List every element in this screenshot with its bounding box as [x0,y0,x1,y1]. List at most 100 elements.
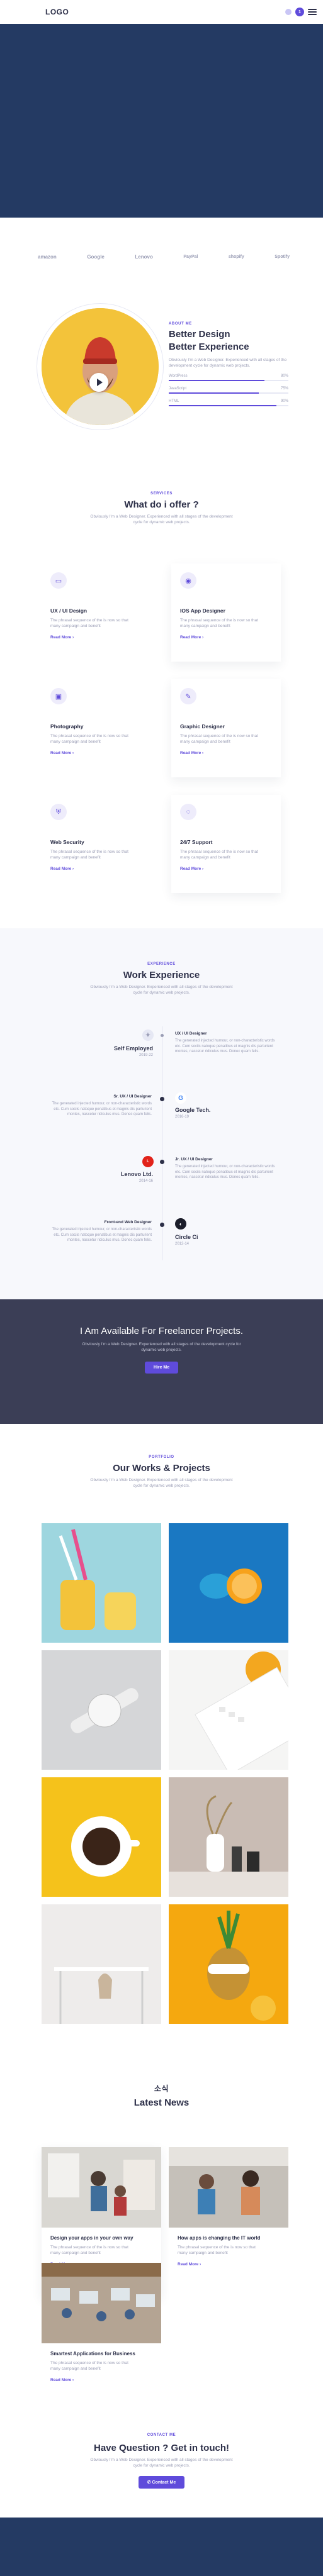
profile-photo [42,308,159,425]
site-footer [0,2518,323,2576]
news-text: The phrasal sequence of the is now so th… [50,2361,128,2371]
company-logo-icon: ✦ [142,1030,154,1041]
about-title-line2: Better Experience [169,341,249,352]
read-more-link[interactable]: Read More › [180,751,272,755]
services-kicker: SERVICES [150,492,173,496]
job-block: Sr. UX / UI Designer The generated injec… [48,1094,152,1118]
play-video-button[interactable] [89,373,108,392]
hire-me-button[interactable]: Hire Me [144,1362,179,1374]
timeline-dot [160,1223,164,1227]
service-title: UX / UI Design [50,608,88,614]
services-description: Obviously I'm a Web Designer. Experience… [90,514,233,525]
experience-kicker: EXPERIENCE [147,962,176,966]
app-icon: ◉ [180,572,196,589]
company-block: Self Employed 2019-22 [114,1045,153,1057]
brand-google: Google [87,254,105,260]
portfolio-item[interactable] [42,1777,161,1897]
company-block: Lenovo Ltd. 2014-16 [121,1171,153,1183]
news-card[interactable]: How apps is changing the IT world The ph… [169,2147,288,2297]
lenovo-logo-icon: L [142,1156,154,1167]
monitor-icon: ▭ [50,572,67,589]
timeline-dot [161,1034,164,1037]
job-role: Front-end Web Designer [104,1220,152,1224]
service-title: IOS App Designer [180,608,225,614]
portfolio-item[interactable] [169,1523,288,1643]
service-card[interactable]: ⛨ Web Security The phrasal sequence of t… [42,795,151,893]
company-year: 2016-19 [175,1115,190,1119]
company-name: Self Employed [113,1045,153,1052]
service-text: The phrasal sequence of the is now so th… [180,850,258,860]
company-year: 2019-22 [139,1053,153,1057]
company-year: 2014-16 [139,1179,153,1183]
site-header: LOGO 1 [0,0,323,24]
freelance-description: Obviously I'm a Web Designer. Experience… [82,1342,241,1352]
skill-fill [169,392,259,394]
company-year: 2012-14 [175,1242,190,1246]
brand-shopify: shopify [228,255,244,259]
service-card[interactable]: ▭ UX / UI Design The phrasal sequence of… [42,564,151,662]
job-block: UX / UI Designer The generated injected … [175,1031,279,1055]
contact-me-button[interactable]: ✆ Contact Me [138,2476,185,2489]
service-title: Photography [50,723,84,730]
news-title: Smartest Applications for Business [50,2351,135,2357]
contact-kicker: CONTACT ME [147,2433,176,2437]
portfolio-description: Obviously I'm a Web Designer. Experience… [90,1478,233,1488]
skill-value: 80% [280,374,288,378]
portfolio-item[interactable] [42,1904,161,2024]
timeline-dot [160,1160,164,1164]
skill-item: WordPress 80% [169,374,288,381]
read-more-link[interactable]: Read More › [50,867,142,871]
company-block: Google Tech. 2016-19 [175,1107,210,1119]
read-more-link[interactable]: Read More › [50,2378,152,2382]
services-header: SERVICES What do i offer ? Obviously I'm… [0,492,323,525]
news-text: The phrasal sequence of the is now so th… [50,2245,128,2255]
brand-spotify: Spotify [275,255,290,259]
read-more-link[interactable]: Read More › [180,867,272,871]
news-title: Design your apps in your own way [50,2235,133,2241]
active-indicator[interactable]: 1 [295,8,304,16]
service-text: The phrasal sequence of the is now so th… [180,734,258,744]
theme-toggle-dot[interactable] [285,9,292,15]
read-more-link[interactable]: Read More › [50,751,142,755]
service-card[interactable]: ◉ IOS App Designer The phrasal sequence … [171,564,281,662]
circleci-logo-icon: ◐ [175,1218,186,1230]
portfolio-item[interactable] [169,1904,288,2024]
read-more-link[interactable]: Read More › [178,2262,280,2267]
news-header: 소식 Latest News [0,2083,323,2108]
pen-icon: ✎ [180,688,196,704]
portfolio-item[interactable] [42,1650,161,1770]
skill-bar [169,405,288,406]
experience-description: Obviously I'm a Web Designer. Experience… [90,985,233,995]
portfolio-item[interactable] [169,1650,288,1770]
skill-fill [169,380,264,381]
skill-fill [169,405,276,406]
read-more-link[interactable]: Read More › [180,635,272,640]
skill-value: 90% [280,399,288,403]
job-text: The generated injected humour, or non-ch… [175,1165,275,1179]
news-card[interactable]: Smartest Applications for Business The p… [42,2263,161,2412]
read-more-link[interactable]: Read More › [50,635,142,640]
service-text: The phrasal sequence of the is now so th… [50,850,128,860]
service-card[interactable]: ◌ 24/7 Support The phrasal sequence of t… [171,795,281,893]
job-text: The generated injected humour, or non-ch… [52,1102,152,1116]
job-role: Jr. UX / UI Designer [175,1157,213,1162]
job-role: UX / UI Designer [175,1031,207,1036]
news-image [42,2263,161,2343]
site-logo[interactable]: LOGO [45,8,69,16]
about-kicker: ABOUT ME [169,322,192,326]
skill-item: HTML 90% [169,399,288,406]
service-title: Web Security [50,839,84,845]
portfolio-item[interactable] [169,1777,288,1897]
portfolio-item[interactable] [42,1523,161,1643]
job-text: The generated injected humour, or non-ch… [175,1039,275,1053]
brand-paypal: PayPal [183,255,198,259]
contact-title: Have Question ? Get in touch! [93,2443,230,2453]
contact-description: Obviously I'm a Web Designer. Experience… [90,2458,233,2468]
skill-value: 75% [280,387,288,391]
menu-icon[interactable] [308,9,317,15]
service-card[interactable]: ✎ Graphic Designer The phrasal sequence … [171,679,281,777]
portfolio-title: Our Works & Projects [113,1463,210,1474]
service-title: 24/7 Support [180,839,213,845]
skill-name: JavaScript [169,387,187,391]
service-card[interactable]: ▣ Photography The phrasal sequence of th… [42,679,151,777]
